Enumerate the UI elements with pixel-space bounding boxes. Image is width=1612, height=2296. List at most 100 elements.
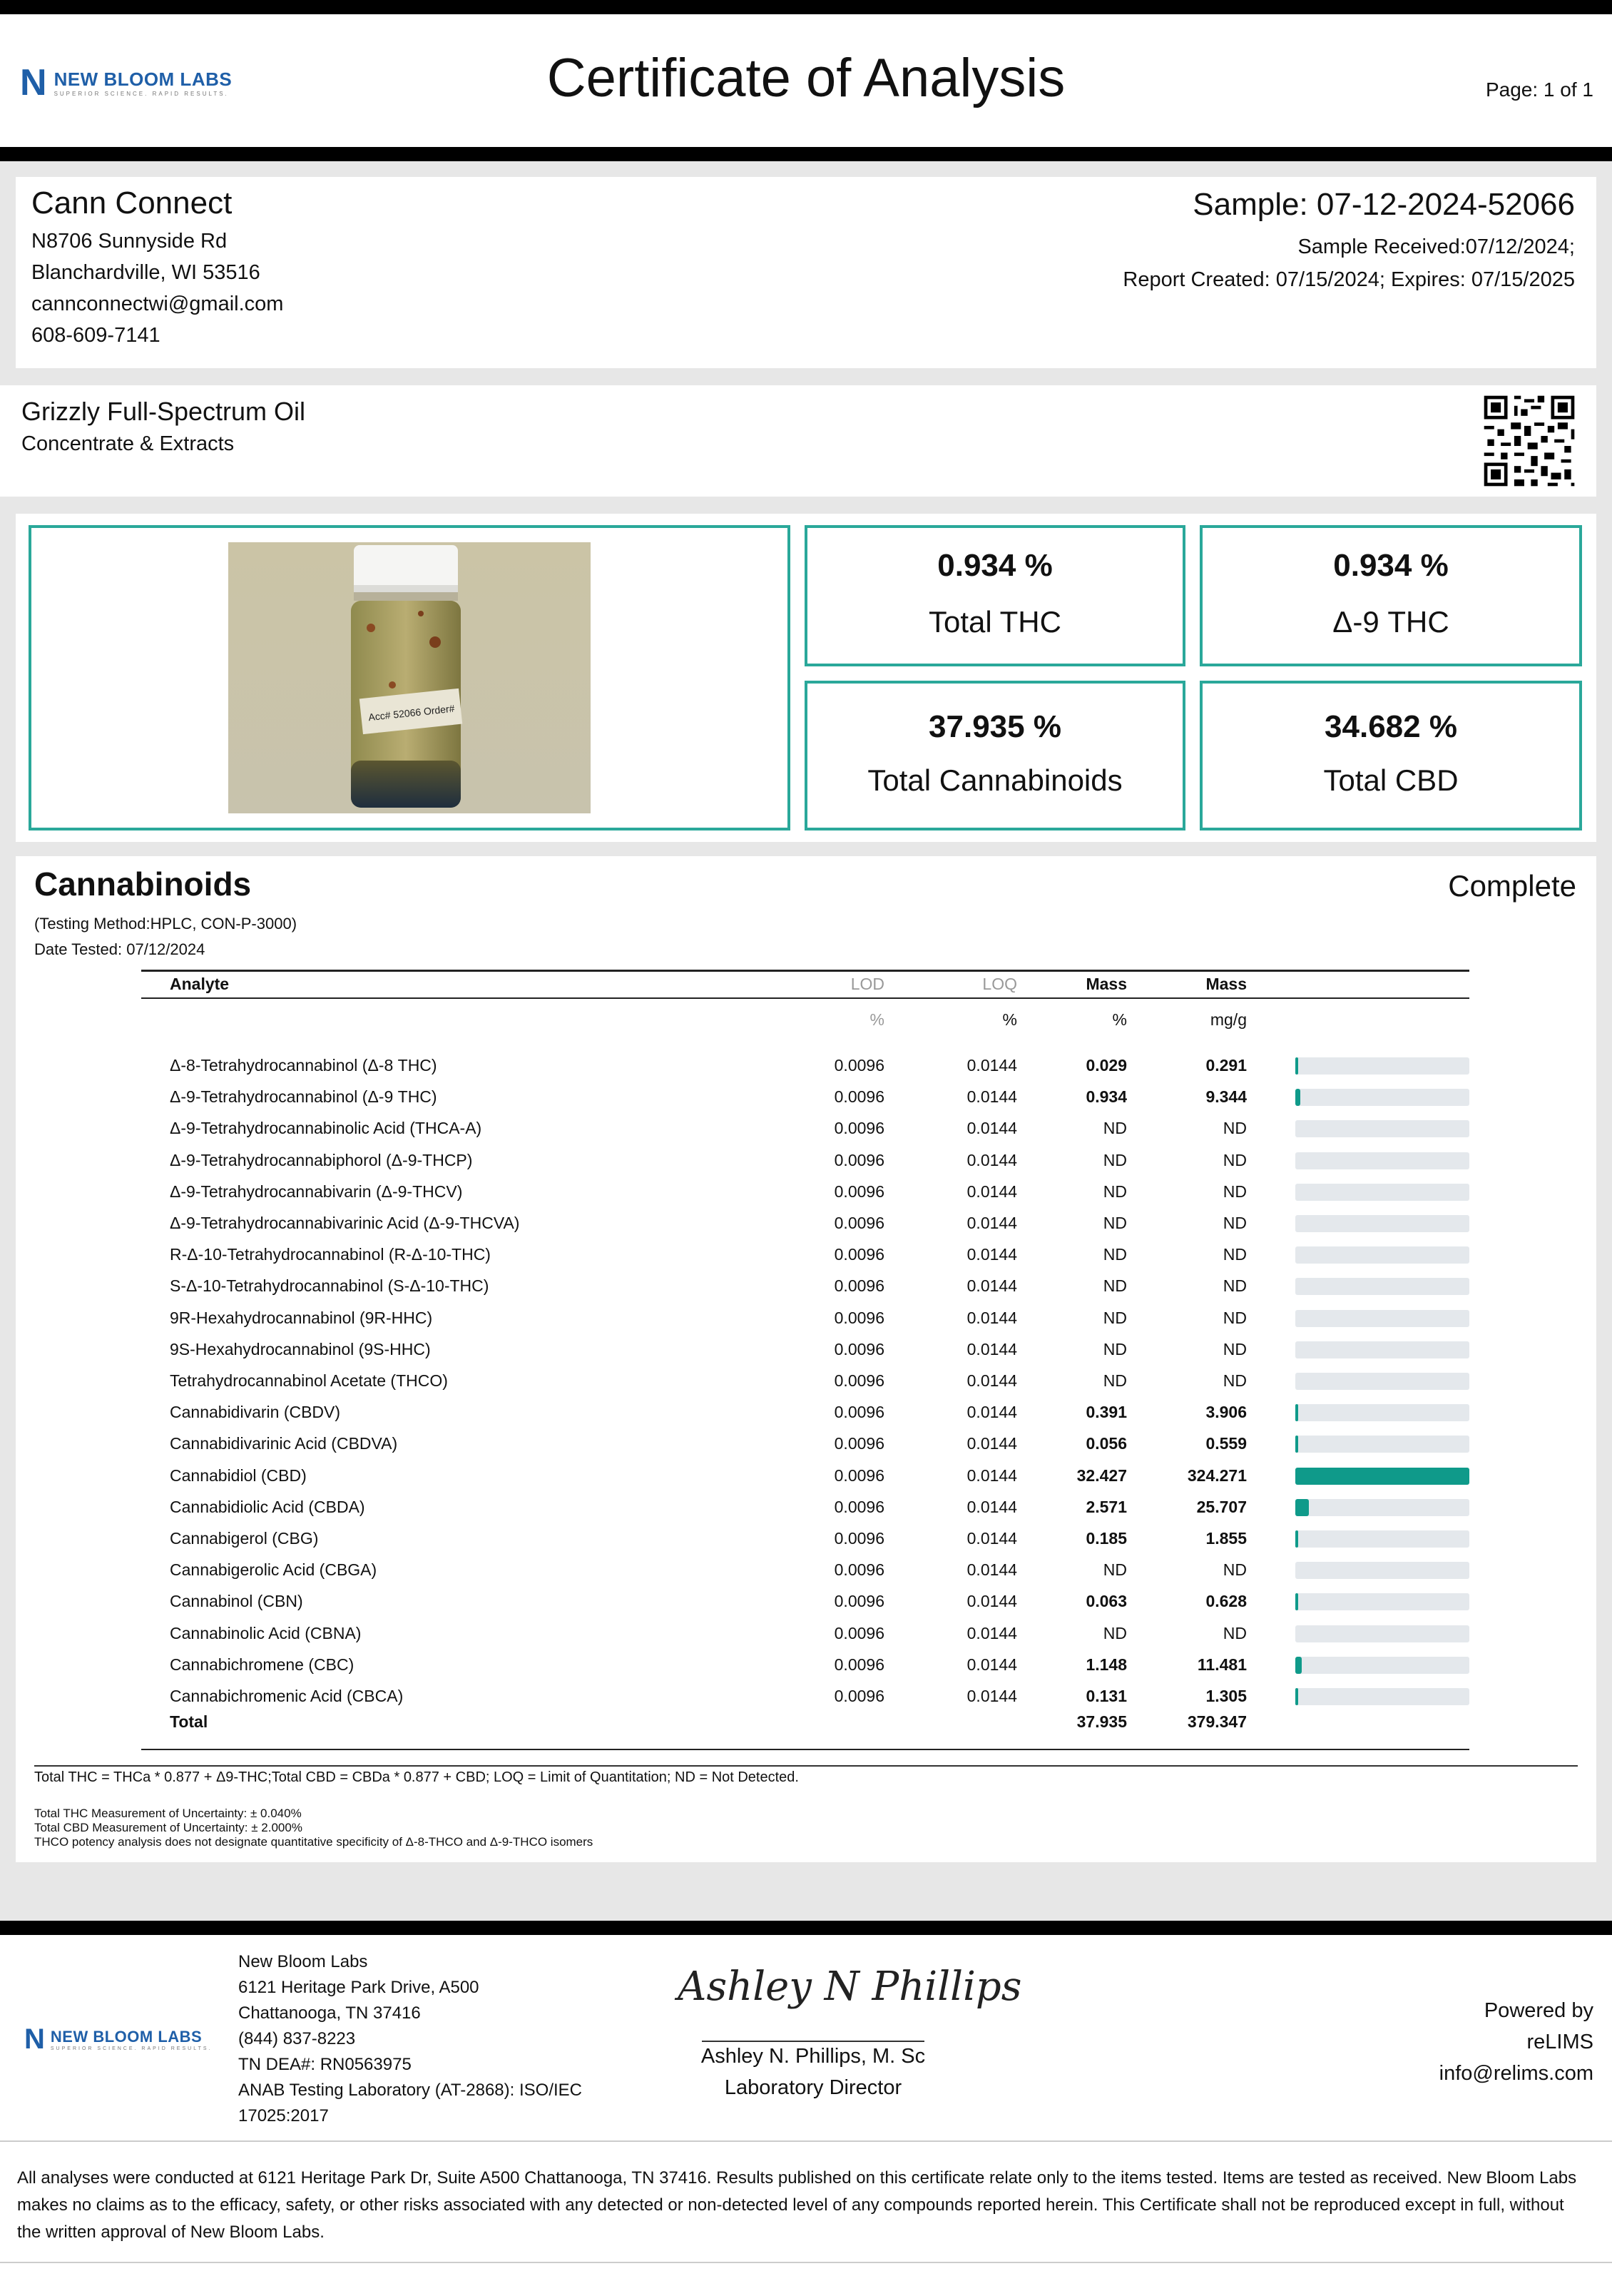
footer-logo-mark-icon: N xyxy=(24,2023,45,2055)
sample-photo-image[interactable]: Acc# 52066 Order# xyxy=(228,542,591,813)
signer-title: Laboratory Director xyxy=(724,2076,902,2099)
lab-anab1: ANAB Testing Laboratory (AT-2868): ISO/I… xyxy=(238,2081,582,2100)
analyte-bar-track xyxy=(1295,1373,1469,1390)
analyte-mass-pct: ND xyxy=(1103,1560,1127,1579)
analyte-loq: 0.0144 xyxy=(966,1151,1017,1169)
unit-mass-pct: % xyxy=(1112,1010,1127,1029)
analyte-mass-pct: 32.427 xyxy=(1076,1466,1127,1485)
analyte-lod: 0.0096 xyxy=(834,1119,884,1137)
powered-by-email[interactable]: info@relims.com xyxy=(1439,2058,1593,2089)
footer-logo: N NEW BLOOM LABS SUPERIOR SCIENCE. RAPID… xyxy=(24,2023,212,2056)
analyte-mass-mg: ND xyxy=(1223,1182,1247,1201)
qr-code-icon[interactable] xyxy=(1481,392,1578,489)
analyte-bar-fill xyxy=(1295,1404,1298,1421)
analyte-mass-mg: ND xyxy=(1223,1624,1247,1642)
sample-received: Sample Received:07/12/2024; xyxy=(1297,235,1575,258)
analyte-bar-track xyxy=(1295,1657,1469,1674)
analyte-bar-track xyxy=(1295,1057,1469,1075)
analyte-name: Tetrahydrocannabinol Acetate (THCO) xyxy=(170,1371,448,1390)
analyte-lod: 0.0096 xyxy=(834,1529,884,1548)
lab-address2: Chattanooga, TN 37416 xyxy=(238,2003,421,2023)
analyte-bar-track xyxy=(1295,1120,1469,1137)
analyte-bar-track xyxy=(1295,1468,1469,1485)
analyte-mass-mg: ND xyxy=(1223,1151,1247,1169)
kpi-total-cannabinoids-value: 37.935 % xyxy=(929,709,1061,744)
analyte-lod: 0.0096 xyxy=(834,1245,884,1264)
analyte-mass-mg: 11.481 xyxy=(1197,1655,1247,1674)
signature-image: Ashley N Phillips xyxy=(678,1964,1022,2010)
analyte-loq: 0.0144 xyxy=(966,1056,1017,1075)
analyte-mass-pct: 0.934 xyxy=(1086,1087,1127,1106)
analyte-bar-track xyxy=(1295,1278,1469,1295)
analyte-name: Cannabidiol (CBD) xyxy=(170,1466,307,1485)
analyte-loq: 0.0144 xyxy=(966,1498,1017,1516)
analyte-mass-pct: ND xyxy=(1103,1182,1127,1201)
analyte-loq: 0.0144 xyxy=(966,1245,1017,1264)
analyte-bar-track xyxy=(1295,1593,1469,1610)
analyte-lod: 0.0096 xyxy=(834,1560,884,1579)
client-address1: N8706 Sunnyside Rd xyxy=(31,230,228,253)
product-name: Grizzly Full-Spectrum Oil xyxy=(21,397,306,426)
client-address2: Blanchardville, WI 53516 xyxy=(31,261,260,284)
analyte-mass-pct: 0.063 xyxy=(1086,1592,1127,1610)
col-loq: LOQ xyxy=(982,975,1017,993)
client-phone: 608-609-7141 xyxy=(31,324,160,347)
lab-dea: TN DEA#: RN0563975 xyxy=(238,2055,412,2074)
analyte-bar-track xyxy=(1295,1152,1469,1169)
analyte-name: 9S-Hexahydrocannabinol (9S-HHC) xyxy=(170,1340,431,1358)
total-mass-pct: 37.935 xyxy=(1076,1712,1127,1731)
kpi-total-thc: 0.934 % Total THC xyxy=(805,525,1185,666)
total-mass-mg: 379.347 xyxy=(1187,1712,1247,1731)
col-mass-pct: Mass xyxy=(1086,975,1127,993)
calculation-note: Total THC = THCa * 0.877 + Δ9-THC;Total … xyxy=(34,1769,799,1785)
analyte-bar-track xyxy=(1295,1404,1469,1421)
analyte-loq: 0.0144 xyxy=(966,1119,1017,1137)
footer-logo-tagline: SUPERIOR SCIENCE. RAPID RESULTS. xyxy=(50,2046,213,2051)
analyte-bar-fill xyxy=(1295,1499,1309,1516)
thco-note: THCO potency analysis does not designate… xyxy=(34,1835,593,1849)
analyte-name: Cannabinol (CBN) xyxy=(170,1592,303,1610)
analyte-mass-pct: 0.029 xyxy=(1086,1056,1127,1075)
analyte-loq: 0.0144 xyxy=(966,1529,1017,1548)
total-label: Total xyxy=(170,1712,208,1731)
analyte-mass-mg: 0.291 xyxy=(1205,1056,1247,1075)
disclaimer-bottom-rule xyxy=(0,2262,1612,2263)
top-band xyxy=(0,0,1612,14)
analyte-lod: 0.0096 xyxy=(834,1276,884,1295)
analyte-mass-pct: ND xyxy=(1103,1624,1127,1642)
analyte-bar-track xyxy=(1295,1246,1469,1264)
analyte-loq: 0.0144 xyxy=(966,1434,1017,1453)
powered-by-vendor: reLIMS xyxy=(1526,2031,1593,2053)
analyte-mass-pct: ND xyxy=(1103,1309,1127,1327)
analyte-name: Δ-8-Tetrahydrocannabinol (Δ-8 THC) xyxy=(170,1056,437,1075)
analyte-mass-pct: ND xyxy=(1103,1340,1127,1358)
analyte-bar-track xyxy=(1295,1436,1469,1453)
analyte-name: S-Δ-10-Tetrahydrocannabinol (S-Δ-10-THC) xyxy=(170,1276,489,1295)
report-dates: Report Created: 07/15/2024; Expires: 07/… xyxy=(1123,268,1575,291)
analyte-lod: 0.0096 xyxy=(834,1214,884,1232)
analyte-mass-mg: 1.305 xyxy=(1205,1687,1247,1705)
analyte-name: Δ-9-Tetrahydrocannabiphorol (Δ-9-THCP) xyxy=(170,1151,473,1169)
analyte-lod: 0.0096 xyxy=(834,1687,884,1705)
analyte-mass-pct: ND xyxy=(1103,1151,1127,1169)
analyte-name: Cannabigerol (CBG) xyxy=(170,1529,319,1548)
kpi-total-cbd-label: Total CBD xyxy=(1323,763,1459,797)
analyte-lod: 0.0096 xyxy=(834,1624,884,1642)
kpi-delta9-thc-value: 0.934 % xyxy=(1333,548,1449,583)
analyte-name: Cannabichromene (CBC) xyxy=(170,1655,354,1674)
analyte-mass-mg: 324.271 xyxy=(1187,1466,1247,1485)
uncertainty-cbd: Total CBD Measurement of Uncertainty: ± … xyxy=(34,1821,302,1834)
table-bottom-rule xyxy=(141,1749,1469,1750)
col-mass-mg: Mass xyxy=(1205,975,1247,993)
analyte-name: Cannabidiolic Acid (CBDA) xyxy=(170,1498,365,1516)
uncertainty-thc: Total THC Measurement of Uncertainty: ± … xyxy=(34,1807,302,1820)
analyte-name: Cannabinolic Acid (CBNA) xyxy=(170,1624,362,1642)
product-category: Concentrate & Extracts xyxy=(21,432,235,455)
analyte-lod: 0.0096 xyxy=(834,1151,884,1169)
analyte-lod: 0.0096 xyxy=(834,1340,884,1358)
analyte-bar-track xyxy=(1295,1184,1469,1201)
kpi-total-cannabinoids-label: Total Cannabinoids xyxy=(867,763,1123,797)
analyte-loq: 0.0144 xyxy=(966,1655,1017,1674)
date-tested: Date Tested: 07/12/2024 xyxy=(34,940,205,958)
analyte-mass-pct: 0.391 xyxy=(1086,1403,1127,1421)
